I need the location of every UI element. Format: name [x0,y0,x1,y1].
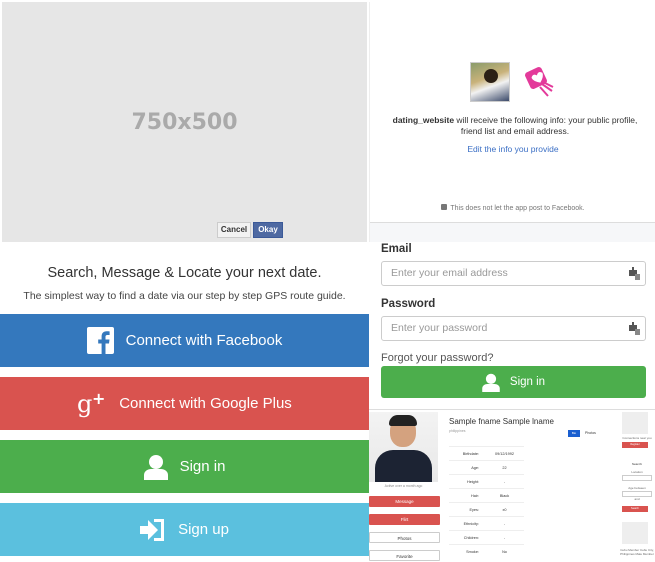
profile-preview: Active over a month ago Message Flirt Ph… [369,409,655,562]
post-note-text: This does not let the app post to Facebo… [450,205,585,212]
svg-text:+: + [92,390,105,408]
edit-info-link[interactable]: Edit the info you provide [370,144,655,154]
sidebar-text: Connections near you [622,436,652,440]
password-manager-icon[interactable] [628,267,640,280]
password-label: Password [381,298,436,310]
connect-facebook-button[interactable]: Connect with Facebook [0,314,369,367]
forgot-password-link[interactable]: Forgot your password? [381,352,494,364]
connect-facebook-label: Connect with Facebook [125,332,283,349]
profile-sidebar: Connections near you Register Search Loc… [619,410,655,562]
table-row: Children: - [449,530,524,544]
dialog-footer [370,222,655,242]
search-title: Search [631,462,642,466]
lock-icon [441,204,448,210]
placeholder-label: 750x500 [131,109,238,135]
profile-name: Sample fname Sample lname [449,417,554,426]
profile-location: philippines [449,429,466,433]
table-row: Age: 22 [449,460,524,474]
post-note: This does not let the app post to Facebo… [370,204,655,212]
sign-in-large-label: Sign in [179,458,226,475]
table-row: Height: - [449,474,524,488]
password-manager-icon[interactable] [628,322,640,335]
email-field[interactable]: Enter your email address [381,261,646,286]
table-row: Eyes: x0 [449,502,524,516]
image-placeholder: 750x500 [2,2,367,242]
app-heart-icon [525,67,554,97]
table-row: Smoke: No [449,544,524,558]
flirt-button[interactable]: Flirt [369,514,440,525]
sign-in-label: Sign in [509,376,546,388]
sign-in-button[interactable]: Sign in [381,366,646,398]
google-plus-icon: g + [77,390,107,418]
tab-photos[interactable]: Photos [585,431,596,435]
connect-google-button[interactable]: g + Connect with Google Plus [0,377,369,430]
location-label: Location [631,470,643,474]
email-placeholder: Enter your email address [391,267,508,279]
hero-subline: The simplest way to find a date via our … [23,290,346,302]
sign-up-label: Sign up [178,521,229,538]
profile-photo [369,412,438,482]
profile-details-table: Birthdate: 09/12/1992 Age: 22 Height: - Hai… [449,446,524,558]
email-label: Email [381,243,412,255]
user-icon [143,454,168,480]
table-row: Hair: Black [449,488,524,502]
facebook-icon [86,327,114,354]
tab-bio[interactable]: Bio [568,430,580,437]
search-button[interactable]: Search [622,506,648,512]
cancel-button[interactable]: Cancel [217,222,251,238]
facebook-auth-dialog: dating_website will receive the followin… [369,2,655,242]
sidebar-footer: Cebu Member Cebu City, Philippines Male … [620,548,654,556]
svg-text:g: g [77,390,92,418]
age-between-label: Age between [628,486,646,490]
location-input[interactable] [622,475,652,481]
user-icon [482,373,500,392]
user-avatar [470,62,510,102]
sign-in-arrow-icon [140,518,166,542]
okay-button[interactable]: Okay [253,222,283,238]
permissions-text: dating_website will receive the followin… [382,115,648,137]
thumbnail [622,412,648,434]
password-placeholder: Enter your password [391,322,488,334]
table-row: Birthdate: 09/12/1992 [449,446,524,460]
sign-up-button[interactable]: Sign up [0,503,369,556]
profile-photo-caption: Active over a month ago [384,484,423,488]
photos-button[interactable]: Photos [369,532,440,543]
sign-in-large-button[interactable]: Sign in [0,440,369,493]
table-row: Ethnicity: - [449,516,524,530]
password-field[interactable]: Enter your password [381,316,646,341]
connect-google-label: Connect with Google Plus [119,395,292,412]
thumbnail [622,522,648,544]
hero-tagline: Search, Message & Locate your next date. [47,265,322,281]
permissions-description: will receive the following info: your pu… [454,115,638,136]
message-button[interactable]: Message [369,496,440,507]
register-button[interactable]: Register [622,442,648,448]
and-label: and [634,497,640,501]
app-name: dating_website [392,115,455,125]
favorite-button[interactable]: Favorite [369,550,440,561]
